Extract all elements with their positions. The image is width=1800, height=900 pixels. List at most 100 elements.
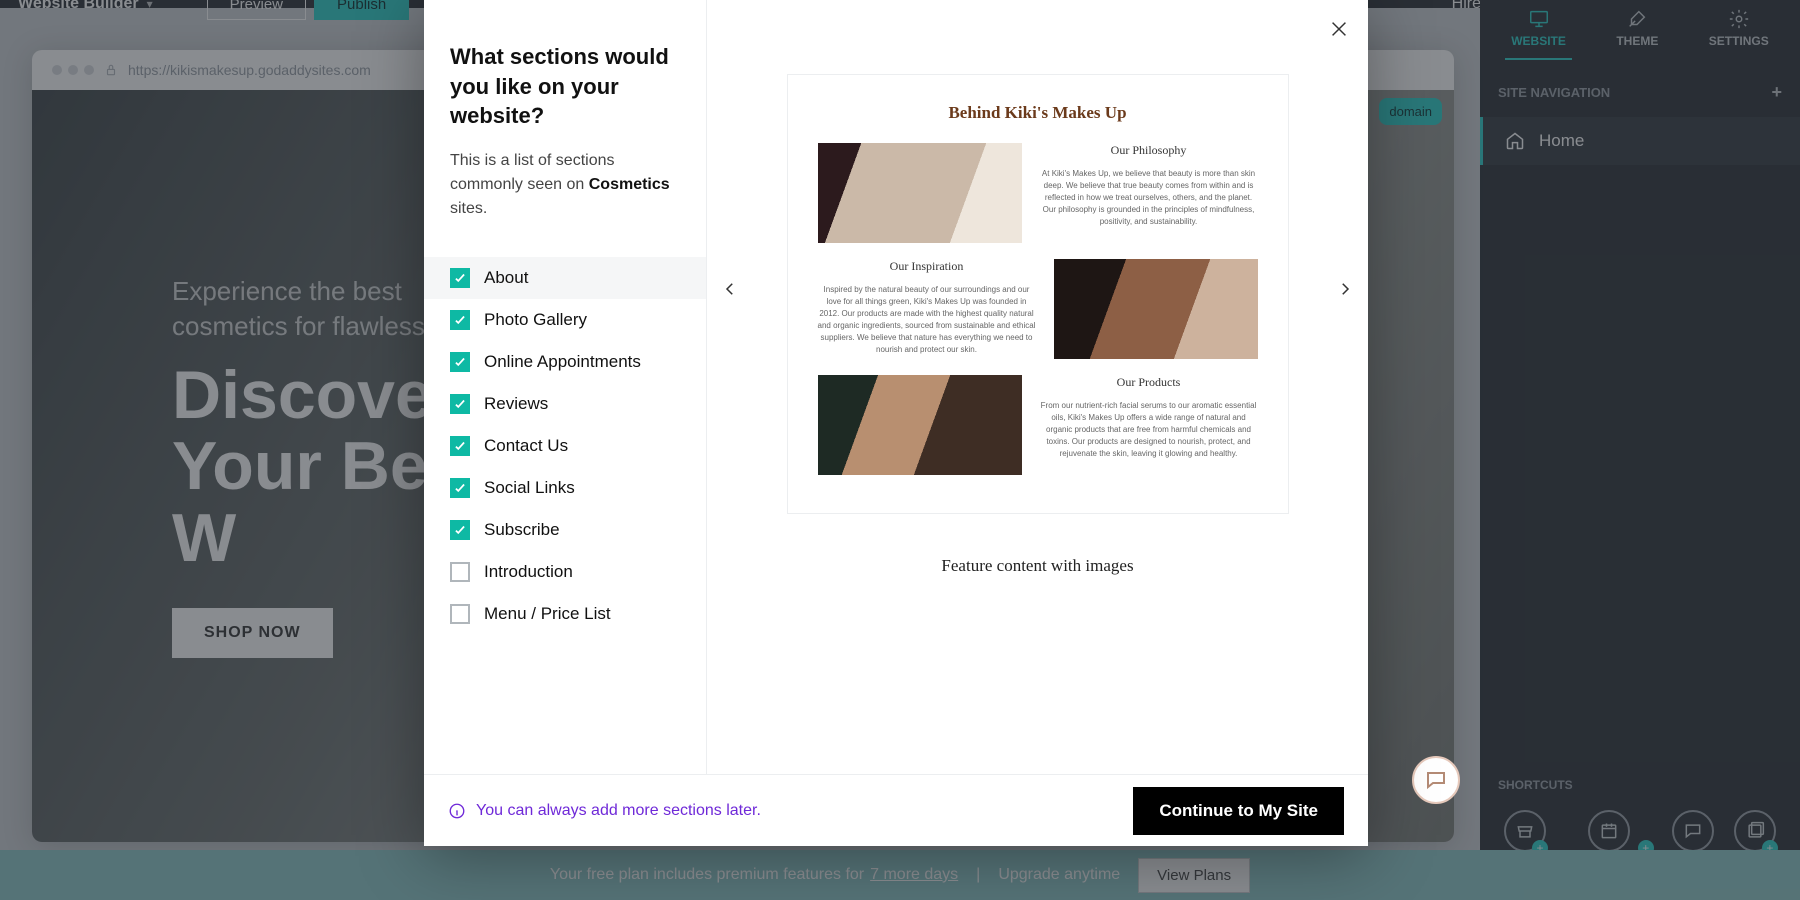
tab-label: WEBSITE bbox=[1511, 34, 1566, 48]
shop-now-button[interactable]: SHOP NOW bbox=[172, 608, 333, 658]
checkbox[interactable] bbox=[450, 310, 470, 330]
section-label: Photo Gallery bbox=[484, 310, 587, 330]
view-plans-button[interactable]: View Plans bbox=[1138, 858, 1250, 893]
prev-arrow[interactable] bbox=[721, 278, 739, 304]
tab-label: THEME bbox=[1616, 34, 1658, 48]
preview-image bbox=[1054, 259, 1258, 359]
checkbox[interactable] bbox=[450, 394, 470, 414]
modal-right-pane: Behind Kiki's Makes Up Our Philosophy At… bbox=[707, 0, 1368, 774]
checkbox[interactable] bbox=[450, 520, 470, 540]
domain-badge[interactable]: domain bbox=[1379, 98, 1442, 125]
section-option[interactable]: About bbox=[424, 257, 706, 299]
chat-icon bbox=[1424, 768, 1448, 792]
gear-icon bbox=[1728, 8, 1750, 30]
calendar-icon bbox=[1599, 821, 1619, 841]
desc-text: sites. bbox=[450, 200, 487, 217]
section-label: Online Appointments bbox=[484, 352, 641, 372]
section-label: About bbox=[484, 268, 528, 288]
section-list: About Photo Gallery Online Appointments Rev… bbox=[424, 257, 706, 635]
preview-image bbox=[818, 375, 1022, 475]
modal-left-pane: What sections would you like on your web… bbox=[424, 0, 707, 774]
sections-modal: What sections would you like on your web… bbox=[424, 0, 1368, 846]
preview-block-body: From our nutrient-rich facial serums to … bbox=[1040, 400, 1258, 460]
check-icon bbox=[453, 397, 467, 411]
continue-button[interactable]: Continue to My Site bbox=[1133, 787, 1344, 835]
check-icon bbox=[453, 523, 467, 537]
next-arrow[interactable] bbox=[1336, 278, 1354, 304]
section-option[interactable]: Introduction bbox=[424, 551, 706, 593]
section-option[interactable]: Contact Us bbox=[424, 425, 706, 467]
check-icon bbox=[453, 355, 467, 369]
preview-block-heading: Our Inspiration bbox=[818, 259, 1036, 274]
preview-image bbox=[818, 143, 1022, 243]
section-label: Social Links bbox=[484, 478, 575, 498]
preview-button[interactable]: Preview bbox=[207, 0, 306, 20]
publish-button[interactable]: Publish bbox=[314, 0, 409, 20]
section-label: Contact Us bbox=[484, 436, 568, 456]
chevron-right-icon bbox=[1336, 280, 1354, 298]
banner-upgrade-text: Upgrade anytime bbox=[998, 866, 1120, 884]
section-title: SITE NAVIGATION bbox=[1498, 85, 1610, 100]
close-button[interactable] bbox=[1328, 18, 1350, 45]
upgrade-banner: Your free plan includes premium features… bbox=[0, 850, 1800, 900]
plus-icon[interactable]: + bbox=[1771, 82, 1782, 103]
modal-footer: You can always add more sections later. … bbox=[424, 774, 1368, 846]
section-label: Menu / Price List bbox=[484, 604, 611, 624]
preview-block-heading: Our Products bbox=[1040, 375, 1258, 390]
traffic-lights-icon bbox=[52, 65, 94, 75]
checkbox[interactable] bbox=[450, 352, 470, 372]
banner-days-link[interactable]: 7 more days bbox=[870, 866, 958, 884]
chevron-left-icon bbox=[721, 280, 739, 298]
section-option[interactable]: Subscribe bbox=[424, 509, 706, 551]
section-option[interactable]: Online Appointments bbox=[424, 341, 706, 383]
section-label: Reviews bbox=[484, 394, 548, 414]
chat-bubble-button[interactable] bbox=[1412, 756, 1460, 804]
store-icon bbox=[1515, 821, 1535, 841]
brush-icon bbox=[1626, 8, 1648, 30]
section-option[interactable]: Menu / Price List bbox=[424, 593, 706, 635]
site-nav-header: SITE NAVIGATION + bbox=[1480, 60, 1800, 125]
popup-icon bbox=[1745, 821, 1765, 841]
info-icon bbox=[448, 802, 466, 820]
home-icon bbox=[1505, 131, 1525, 151]
banner-text: Your free plan includes premium features… bbox=[550, 866, 864, 884]
checkbox[interactable] bbox=[450, 268, 470, 288]
check-icon bbox=[453, 271, 467, 285]
close-icon bbox=[1328, 18, 1350, 40]
tab-settings[interactable]: SETTINGS bbox=[1703, 4, 1775, 60]
check-icon bbox=[453, 439, 467, 453]
section-preview: Behind Kiki's Makes Up Our Philosophy At… bbox=[787, 74, 1289, 514]
nav-home[interactable]: Home bbox=[1480, 117, 1800, 165]
app-title: Website Builder bbox=[18, 0, 139, 13]
preview-block-body: At Kiki's Makes Up, we believe that beau… bbox=[1040, 168, 1258, 228]
checkbox[interactable] bbox=[450, 436, 470, 456]
footer-info-text: You can always add more sections later. bbox=[476, 802, 761, 820]
tab-website[interactable]: WEBSITE bbox=[1505, 4, 1572, 60]
chevron-down-icon[interactable]: ▾ bbox=[147, 0, 153, 11]
check-icon bbox=[453, 313, 467, 327]
preview-block-heading: Our Philosophy bbox=[1040, 143, 1258, 158]
lock-icon bbox=[104, 63, 118, 77]
monitor-icon bbox=[1528, 8, 1550, 30]
footer-info: You can always add more sections later. bbox=[448, 802, 761, 820]
tab-theme[interactable]: THEME bbox=[1610, 4, 1664, 60]
right-panel: WEBSITE THEME SETTINGS SITE NAVIGATION +… bbox=[1480, 0, 1800, 900]
section-option[interactable]: Photo Gallery bbox=[424, 299, 706, 341]
checkbox[interactable] bbox=[450, 604, 470, 624]
check-icon bbox=[453, 481, 467, 495]
chat-icon bbox=[1683, 821, 1703, 841]
shortcuts-title: SHORTCUTS bbox=[1498, 778, 1782, 792]
checkbox[interactable] bbox=[450, 478, 470, 498]
url-text: https://kikismakesup.godaddysites.com bbox=[128, 62, 371, 78]
section-option[interactable]: Reviews bbox=[424, 383, 706, 425]
separator: | bbox=[976, 866, 980, 884]
section-label: Introduction bbox=[484, 562, 573, 582]
checkbox[interactable] bbox=[450, 562, 470, 582]
tab-label: SETTINGS bbox=[1709, 34, 1769, 48]
preview-title: Behind Kiki's Makes Up bbox=[818, 103, 1258, 123]
section-label: Subscribe bbox=[484, 520, 560, 540]
preview-block-body: Inspired by the natural beauty of our su… bbox=[818, 284, 1036, 356]
desc-category: Cosmetics bbox=[589, 176, 670, 193]
section-option[interactable]: Social Links bbox=[424, 467, 706, 509]
nav-label: Home bbox=[1539, 131, 1584, 151]
